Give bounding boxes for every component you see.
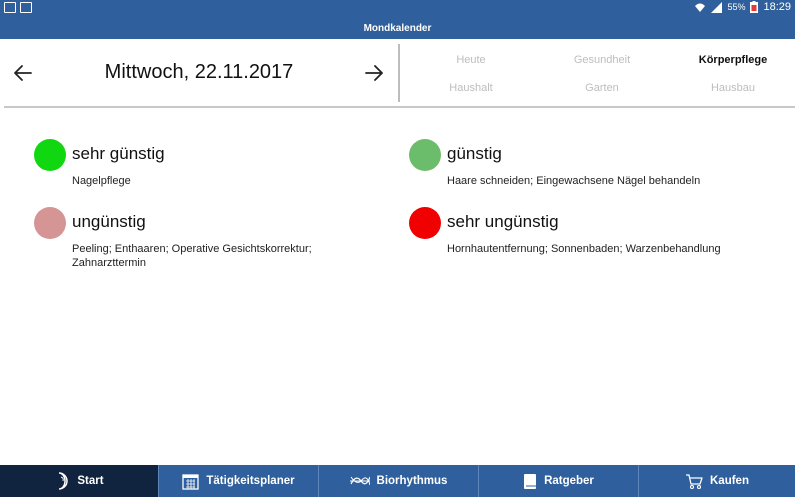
category-gesundheit[interactable]: Gesundheit (542, 54, 662, 66)
app-title: Mondkalender (363, 22, 432, 34)
moon-icon (59, 472, 69, 490)
category-heute[interactable]: Heute (411, 54, 531, 66)
vertical-divider (398, 44, 400, 102)
notification-icons (4, 2, 32, 13)
legend-title: sehr ungünstig (447, 212, 559, 231)
legend-description: Hornhautentfernung; Sonnenbaden; Warzenb… (447, 243, 721, 255)
next-day-arrow-icon[interactable] (362, 61, 386, 85)
very-unfavorable-dot-icon (409, 207, 441, 239)
clock: 18:29 (763, 1, 791, 13)
cart-icon (686, 473, 703, 489)
legend-title: ungünstig (72, 212, 146, 231)
tab-taetigkeitsplaner[interactable]: Tätigkeitsplaner (159, 465, 319, 497)
tab-label: Ratgeber (544, 475, 594, 487)
tab-start[interactable]: Start (0, 465, 159, 497)
tab-ratgeber[interactable]: Ratgeber (479, 465, 639, 497)
date-navigation-bar: Mittwoch, 22.11.2017 Heute Gesundheit Kö… (0, 39, 795, 108)
current-date: Mittwoch, 22.11.2017 (104, 61, 294, 83)
status-bar: 55% 18:29 (0, 0, 795, 17)
status-indicators: 55% 18:29 (694, 1, 791, 13)
previous-day-arrow-icon[interactable] (11, 61, 35, 85)
very-favorable-dot-icon (34, 139, 66, 171)
tab-label: Biorhythmus (376, 475, 448, 487)
wave-icon (349, 476, 370, 486)
battery-icon (750, 1, 759, 13)
category-koerperpflege[interactable]: Körperpflege (673, 54, 793, 66)
wifi-icon (695, 3, 706, 12)
legend-title: sehr günstig (72, 144, 165, 163)
tab-label: Start (77, 475, 104, 487)
book-icon (524, 473, 537, 489)
category-garten[interactable]: Garten (542, 82, 662, 94)
category-haushalt[interactable]: Haushalt (411, 82, 531, 94)
bottom-tab-bar: Start Tätigkeitsplaner Biorhythmus Ratge… (0, 465, 795, 497)
app-bar: Mondkalender (0, 17, 795, 39)
tab-kaufen[interactable]: Kaufen (639, 465, 795, 497)
legend-description: Haare schneiden; Eingewachsene Nägel beh… (447, 175, 701, 187)
signal-icon (711, 1, 723, 13)
image-notification-icon (4, 2, 16, 13)
tab-label: Kaufen (710, 475, 749, 487)
legend-description: Peeling; Enthaaren; Operative Gesichtsko… (72, 243, 312, 269)
favorable-dot-icon (409, 139, 441, 171)
legend-description: Nagelpflege (72, 175, 131, 187)
horizontal-divider (4, 106, 795, 108)
category-hausbau[interactable]: Hausbau (673, 82, 793, 94)
tab-biorhythmus[interactable]: Biorhythmus (319, 465, 479, 497)
tab-label: Tätigkeitsplaner (206, 475, 295, 487)
calendar-icon (182, 473, 200, 490)
legend-title: günstig (447, 144, 502, 163)
mail-notification-icon (20, 2, 32, 13)
battery-percent: 55% (727, 2, 746, 12)
unfavorable-dot-icon (34, 207, 66, 239)
